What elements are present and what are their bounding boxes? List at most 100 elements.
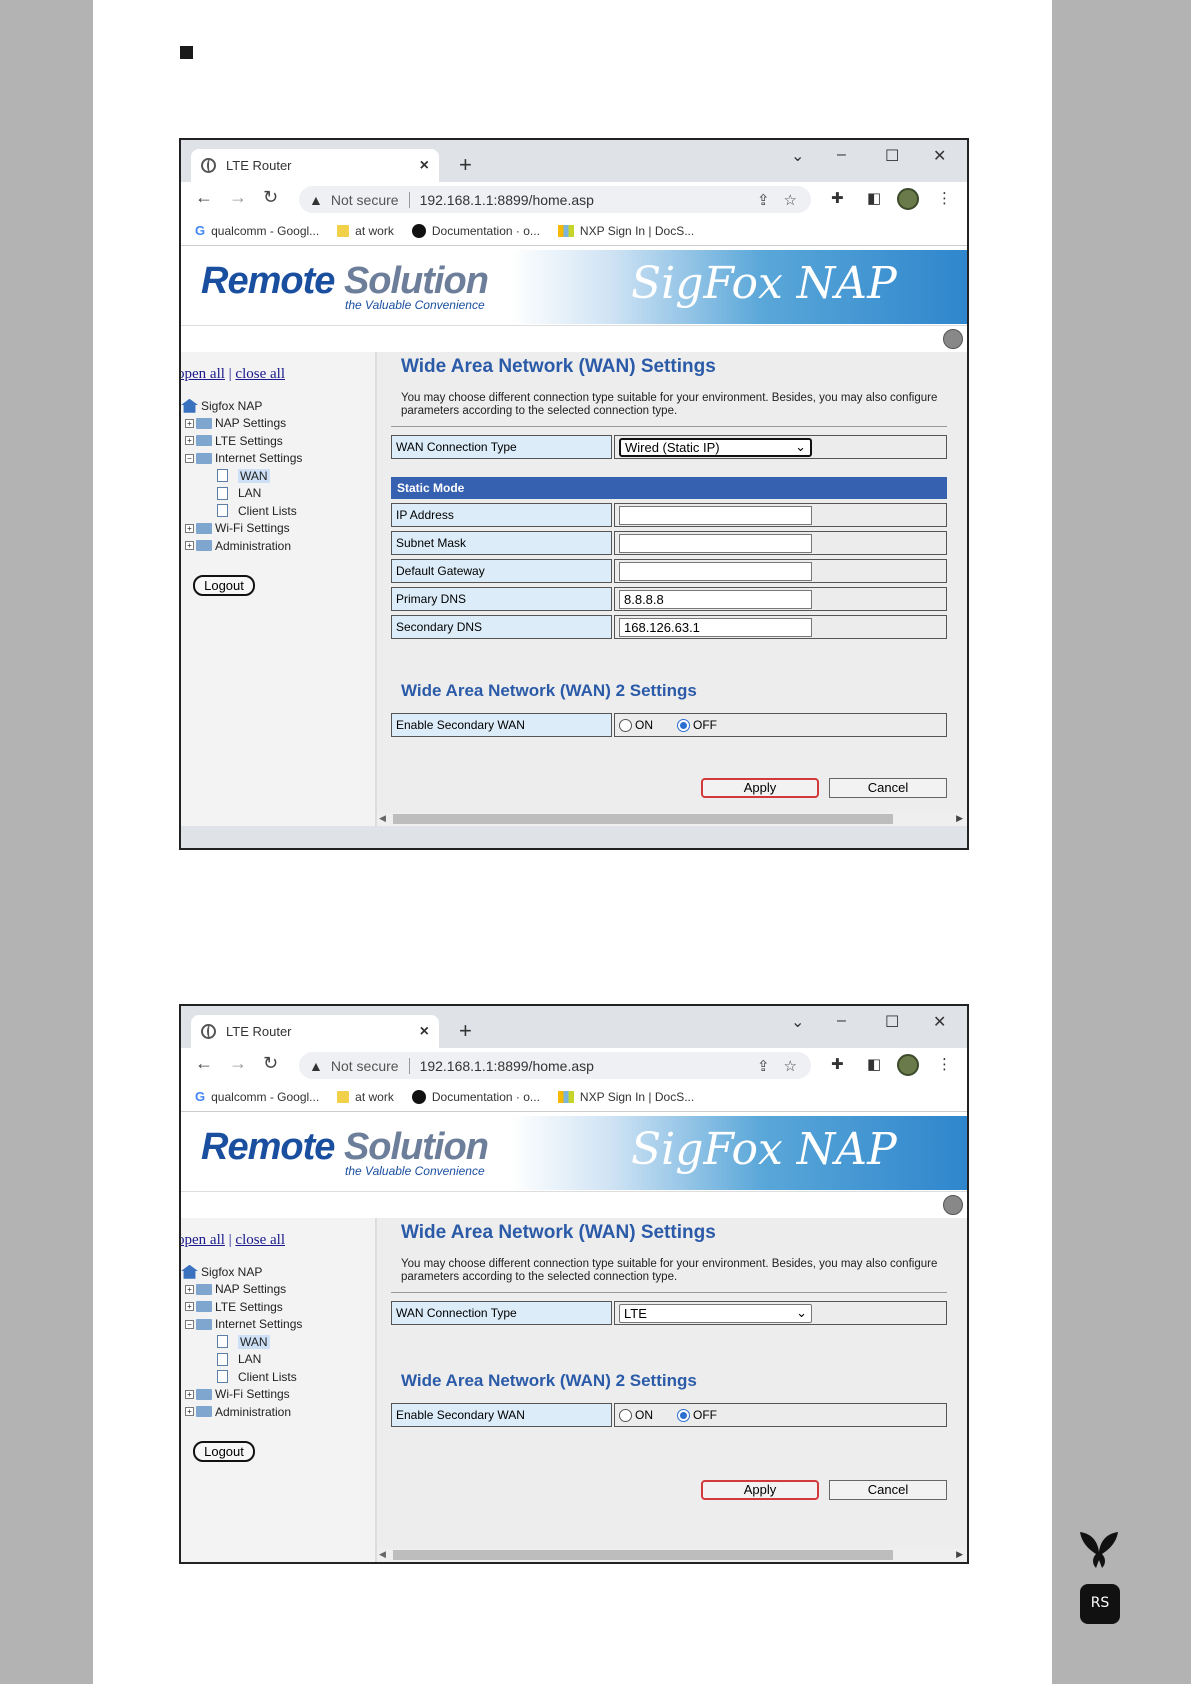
forward-icon[interactable]: → [229,187,247,208]
bookmark-nxp[interactable]: NXP Sign In | DocS... [557,224,694,238]
bookmark-at-work[interactable]: at work [337,224,394,238]
scroll-left-icon[interactable]: ◀ [379,813,386,824]
browser-tab[interactable]: LTE Router × [191,1015,439,1048]
cancel-button[interactable]: Cancel [829,778,947,798]
extensions-icon[interactable]: ✚ [831,1055,844,1073]
collapse-icon[interactable]: − [185,1319,194,1329]
collapse-icon[interactable]: − [185,453,194,463]
scroll-left-icon[interactable]: ◀ [379,1549,386,1560]
back-icon[interactable]: ← [195,187,213,208]
url-text[interactable]: 192.168.1.1:8899/home.asp [420,192,757,208]
scroll-thumb[interactable] [393,814,893,824]
wan-connection-type-select[interactable]: LTE ⌄ [619,1303,812,1323]
new-tab-icon[interactable]: + [459,1018,472,1044]
maximize-icon[interactable]: ☐ [885,146,899,166]
tree-lan[interactable]: LAN [181,1351,375,1369]
tree-nap-settings[interactable]: + NAP Settings [181,415,375,433]
bookmark-star-icon[interactable]: ☆ [784,191,797,209]
tree-administration[interactable]: + Administration [181,1403,375,1421]
tree-internet-settings[interactable]: − Internet Settings [181,1316,375,1334]
expand-icon[interactable]: + [185,541,194,551]
tab-search-icon[interactable]: ⌄ [791,1012,804,1032]
wan-connection-type-select[interactable]: Wired (Static IP) ⌄ [619,437,812,457]
tab-close-icon[interactable]: × [420,1023,429,1041]
profile-avatar[interactable] [897,1054,919,1076]
tree-wifi-settings[interactable]: + Wi-Fi Settings [181,1386,375,1404]
close-all-link[interactable]: close all [235,366,285,382]
bookmark-at-work[interactable]: at work [337,1090,394,1104]
menu-kebab-icon[interactable]: ⋮ [937,189,952,207]
menu-kebab-icon[interactable]: ⋮ [937,1055,952,1073]
tab-close-icon[interactable]: × [420,157,429,175]
tree-lte-settings[interactable]: + LTE Settings [181,1298,375,1316]
tab-search-icon[interactable]: ⌄ [791,146,804,166]
tree-internet-settings[interactable]: − Internet Settings [181,450,375,468]
tree-root[interactable]: Sigfox NAP [181,397,375,415]
maximize-icon[interactable]: ☐ [885,1012,899,1032]
horizontal-scrollbar[interactable]: ◀ ▶ [377,812,967,826]
apply-button[interactable]: Apply [701,778,819,798]
default-gateway-input[interactable] [619,561,812,581]
new-tab-icon[interactable]: + [459,152,472,178]
close-all-link[interactable]: close all [235,1232,285,1248]
back-icon[interactable]: ← [195,1053,213,1074]
open-all-link[interactable]: open all [181,1232,225,1248]
language-globe-icon[interactable] [943,329,963,349]
bookmark-documentation[interactable]: Documentation · o... [411,1089,540,1104]
side-panel-icon[interactable]: ◧ [867,1055,881,1073]
address-bar[interactable]: ▲ Not secure 192.168.1.1:8899/home.asp ⇪… [299,1052,811,1079]
expand-icon[interactable]: + [185,1389,194,1399]
expand-icon[interactable]: + [185,1284,194,1294]
window-close-icon[interactable]: ✕ [933,1012,946,1032]
bookmark-star-icon[interactable]: ☆ [784,1057,797,1075]
share-icon[interactable]: ⇪ [757,191,770,209]
expand-icon[interactable]: + [185,523,194,533]
logout-button[interactable]: Logout [193,574,255,596]
language-globe-icon[interactable] [943,1195,963,1215]
reload-icon[interactable]: ↻ [263,1053,278,1074]
url-text[interactable]: 192.168.1.1:8899/home.asp [420,1058,757,1074]
open-all-link[interactable]: open all [181,366,225,382]
browser-tab[interactable]: LTE Router × [191,149,439,182]
address-bar[interactable]: ▲ Not secure 192.168.1.1:8899/home.asp ⇪… [299,186,811,213]
logout-button[interactable]: Logout [193,1440,255,1462]
tree-lte-settings[interactable]: + LTE Settings [181,432,375,450]
tree-wan[interactable]: WAN [181,1333,375,1351]
subnet-mask-input[interactable] [619,533,812,553]
minimize-icon[interactable]: – [837,1012,846,1030]
bookmark-documentation[interactable]: Documentation · o... [411,223,540,238]
extensions-icon[interactable]: ✚ [831,189,844,207]
primary-dns-input[interactable]: 8.8.8.8 [619,589,812,609]
scroll-thumb[interactable] [393,1550,893,1560]
radio-on[interactable] [619,718,632,732]
forward-icon[interactable]: → [229,1053,247,1074]
tree-wifi-settings[interactable]: + Wi-Fi Settings [181,520,375,538]
tree-wan[interactable]: WAN [181,467,375,485]
radio-off[interactable] [677,1408,690,1422]
horizontal-scrollbar[interactable]: ◀ ▶ [377,1548,967,1562]
ip-address-input[interactable] [619,505,812,525]
radio-on[interactable] [619,1408,632,1422]
profile-avatar[interactable] [897,188,919,210]
bookmark-qualcomm[interactable]: Gqualcomm - Googl... [195,1089,319,1104]
apply-button[interactable]: Apply [701,1480,819,1500]
tree-client-lists[interactable]: Client Lists [181,502,375,520]
cancel-button[interactable]: Cancel [829,1480,947,1500]
reload-icon[interactable]: ↻ [263,187,278,208]
minimize-icon[interactable]: – [837,146,846,164]
secondary-dns-input[interactable]: 168.126.63.1 [619,617,812,637]
expand-icon[interactable]: + [185,436,194,446]
expand-icon[interactable]: + [185,418,194,428]
tree-root[interactable]: Sigfox NAP [181,1263,375,1281]
tree-client-lists[interactable]: Client Lists [181,1368,375,1386]
side-panel-icon[interactable]: ◧ [867,189,881,207]
tree-lan[interactable]: LAN [181,485,375,503]
scroll-right-icon[interactable]: ▶ [956,813,963,824]
bookmark-qualcomm[interactable]: Gqualcomm - Googl... [195,223,319,238]
tree-nap-settings[interactable]: + NAP Settings [181,1281,375,1299]
window-close-icon[interactable]: ✕ [933,146,946,166]
share-icon[interactable]: ⇪ [757,1057,770,1075]
tree-administration[interactable]: + Administration [181,537,375,555]
scroll-right-icon[interactable]: ▶ [956,1549,963,1560]
radio-off[interactable] [677,718,690,732]
